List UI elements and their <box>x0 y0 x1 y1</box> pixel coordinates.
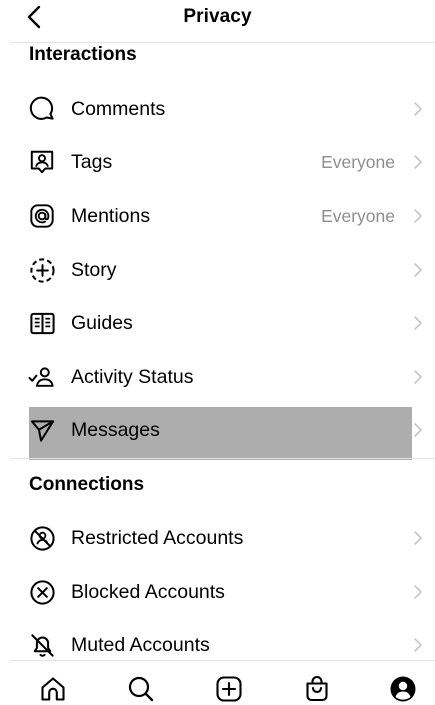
comment-bubble-icon <box>28 95 56 123</box>
bottom-tab-bar <box>0 661 435 705</box>
row-blocked-accounts[interactable]: Blocked Accounts <box>0 569 435 615</box>
row-label: Messages <box>71 419 160 441</box>
paper-plane-icon <box>28 416 56 444</box>
tag-person-icon <box>28 148 56 176</box>
section-divider <box>10 458 435 459</box>
profile-icon[interactable] <box>388 674 418 704</box>
search-icon[interactable] <box>126 674 156 704</box>
section-title-connections: Connections <box>29 474 145 495</box>
row-label: Blocked Accounts <box>71 581 225 603</box>
activity-status-icon <box>28 363 56 391</box>
row-label: Restricted Accounts <box>71 527 244 549</box>
muted-bell-icon <box>28 631 56 659</box>
guides-book-icon <box>28 309 56 337</box>
row-restricted-accounts[interactable]: Restricted Accounts <box>0 515 435 561</box>
section-title-interactions: Interactions <box>29 44 137 65</box>
chevron-right-icon <box>414 638 422 652</box>
blocked-icon <box>28 578 56 606</box>
row-tags[interactable]: Tags Everyone <box>0 139 435 185</box>
chevron-right-icon <box>414 370 422 384</box>
row-label: Muted Accounts <box>71 634 210 656</box>
row-guides[interactable]: Guides <box>0 300 435 346</box>
row-messages[interactable]: Messages <box>0 407 435 453</box>
row-story[interactable]: Story <box>0 247 435 293</box>
chevron-right-icon <box>414 423 422 437</box>
create-post-icon[interactable] <box>214 674 244 704</box>
home-icon[interactable] <box>38 674 68 704</box>
row-comments[interactable]: Comments <box>0 86 435 132</box>
row-label: Comments <box>71 98 166 120</box>
top-bar: Privacy <box>0 0 435 42</box>
page-title: Privacy <box>183 6 252 27</box>
header-divider <box>10 42 435 43</box>
shop-bag-icon[interactable] <box>302 674 332 704</box>
row-label: Tags <box>71 151 113 173</box>
row-activity-status[interactable]: Activity Status <box>0 354 435 400</box>
chevron-right-icon <box>414 316 422 330</box>
row-mentions[interactable]: Mentions Everyone <box>0 193 435 239</box>
restricted-icon <box>28 524 56 552</box>
row-label: Activity Status <box>71 366 194 388</box>
chevron-right-icon <box>414 531 422 545</box>
row-value: Everyone <box>321 206 395 226</box>
story-add-icon <box>28 256 56 284</box>
chevron-right-icon <box>414 102 422 116</box>
row-label: Mentions <box>71 205 151 227</box>
row-label: Guides <box>71 312 133 334</box>
row-value: Everyone <box>321 152 395 172</box>
chevron-right-icon <box>414 155 422 169</box>
row-label: Story <box>71 259 117 281</box>
at-sign-icon <box>28 202 56 230</box>
chevron-right-icon <box>414 585 422 599</box>
chevron-right-icon <box>414 209 422 223</box>
chevron-right-icon <box>414 263 422 277</box>
